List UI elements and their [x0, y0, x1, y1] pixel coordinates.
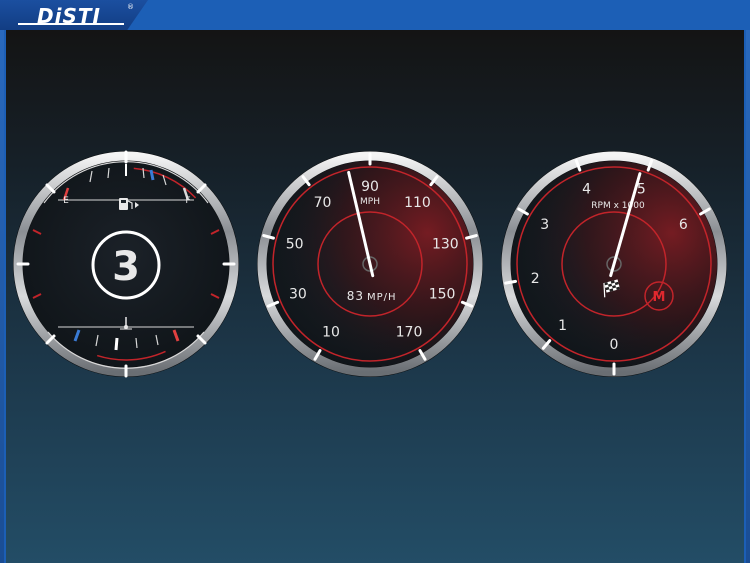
- rpm-scale-label: 0: [610, 337, 619, 353]
- tachometer: 01234 56 RPM x 1000 M: [501, 151, 727, 377]
- rpm-scale-label: 1: [558, 318, 567, 334]
- logo-registered-mark: ®: [127, 3, 134, 11]
- speed-scale-label: 70: [314, 195, 332, 211]
- speed-scale-label: 10: [322, 324, 340, 340]
- speedometer: 10 30 50 70 90 110 130 150 170 MPH 83 MP/H: [257, 151, 483, 377]
- speed-readout-value: 83: [347, 289, 364, 303]
- speed-scale-label: 30: [289, 287, 307, 303]
- rpm-unit-label: RPM x 1000: [591, 201, 645, 211]
- instrument-panel: E F 3 10 30 50 70 90 110 130 150 170 MPH…: [4, 30, 746, 563]
- logo-swoosh: [18, 23, 124, 25]
- rpm-scale-label: 3: [540, 217, 549, 233]
- rpm-scale-label: 6: [679, 217, 688, 233]
- gauge-cluster: E F 3 1030507090110130150170 MPH 83 MP/H…: [13, 150, 727, 378]
- rpm-scale-label: 2: [531, 271, 540, 287]
- gear-indicator: 3: [112, 244, 140, 290]
- temp-level-marker: [114, 337, 119, 351]
- rpm-tick: [504, 279, 518, 285]
- title-bar: DiSTI ®: [0, 0, 750, 30]
- fuel-temp-gauge: E F 3: [13, 150, 239, 378]
- speed-scale-label: 150: [429, 287, 456, 303]
- fuel-empty-label: E: [63, 196, 69, 206]
- speed-scale-label: 110: [404, 195, 431, 211]
- fuel-full-label: F: [185, 196, 190, 206]
- app-window: DiSTI ® E F 3 10 30 50 70 90 110 130 150…: [0, 0, 750, 563]
- rpm-scale-label: 4: [582, 182, 591, 198]
- speed-readout-unit: MP/H: [367, 292, 397, 303]
- speed-scale-label: 90: [361, 179, 379, 195]
- speed-unit-label: MPH: [360, 197, 380, 207]
- speed-scale-label: 130: [432, 237, 459, 253]
- speed-scale-label: 170: [396, 324, 423, 340]
- speed-scale-label: 50: [286, 237, 304, 253]
- manual-mode-badge: M: [653, 290, 666, 305]
- fuel-level-marker: [149, 169, 155, 181]
